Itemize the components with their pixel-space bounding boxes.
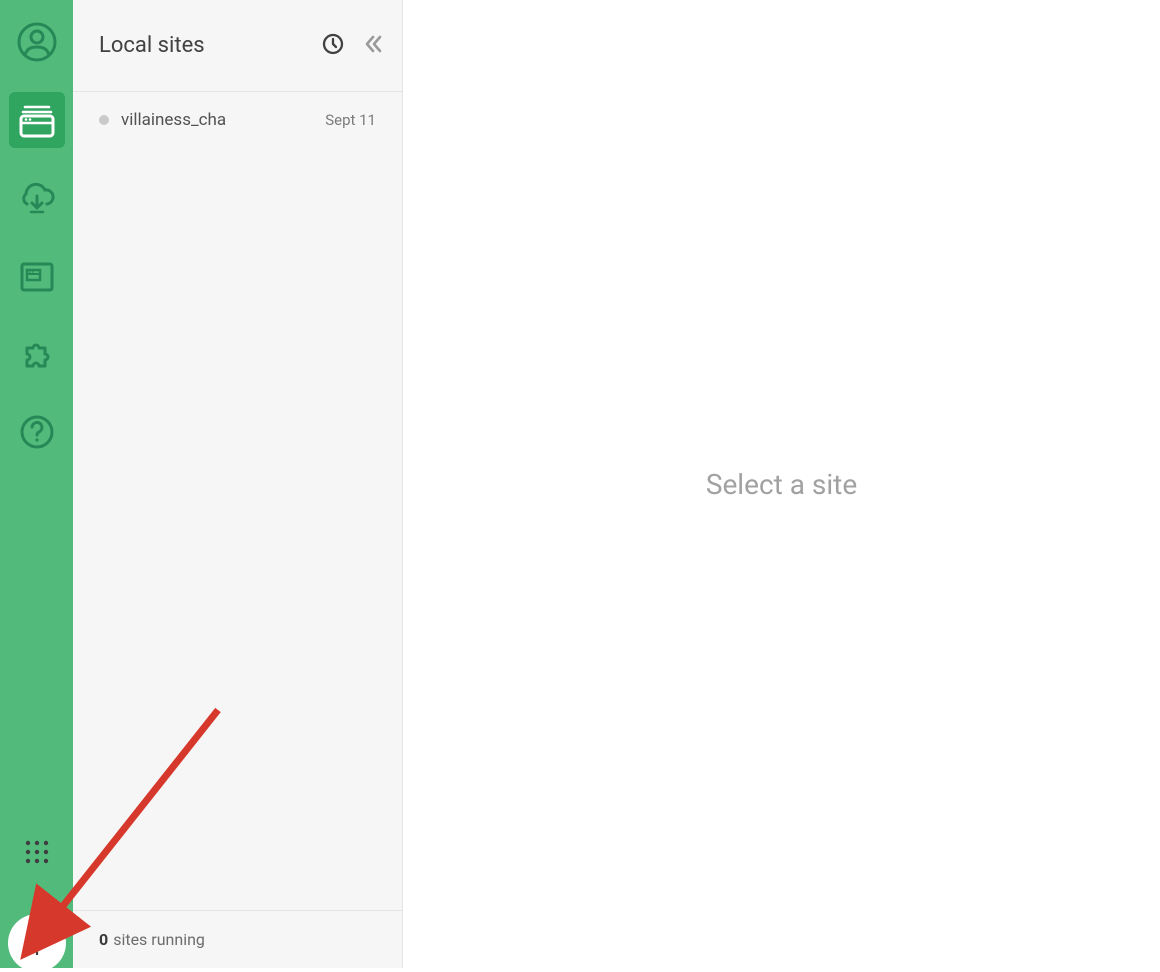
add-site-button[interactable] [8, 914, 66, 972]
clock-icon [322, 33, 344, 59]
main-area: Select a site [403, 0, 1160, 968]
nav-help[interactable] [9, 404, 65, 460]
plus-icon [20, 926, 54, 960]
site-name: villainess_cha [121, 110, 325, 130]
status-dot-icon [99, 115, 109, 125]
site-row[interactable]: villainess_cha Sept 11 [73, 92, 402, 148]
nav-cloud[interactable] [9, 170, 65, 226]
help-icon [19, 414, 55, 450]
nav-profile[interactable] [9, 14, 65, 70]
running-count: 0 [99, 930, 108, 949]
panel-header: Local sites [73, 0, 402, 92]
nav-sites[interactable] [9, 92, 65, 148]
nav-menu-grid[interactable] [9, 826, 65, 882]
panel-footer: 0 sites running [73, 910, 402, 968]
nav-rail [0, 0, 73, 968]
site-list: villainess_cha Sept 11 [73, 92, 402, 910]
site-list-panel: Local sites [73, 0, 403, 968]
running-label: sites running [113, 930, 205, 949]
site-date: Sept 11 [325, 111, 376, 129]
nav-blueprints[interactable] [9, 248, 65, 304]
nav-addons[interactable] [9, 326, 65, 382]
grid-icon [23, 838, 51, 870]
panel-title: Local sites [99, 33, 322, 58]
empty-state-text: Select a site [706, 468, 857, 501]
recent-sites-button[interactable] [322, 33, 344, 59]
chevron-left-double-icon [362, 33, 384, 59]
puzzle-icon [17, 334, 57, 374]
blueprint-icon [17, 256, 57, 296]
collapse-panel-button[interactable] [362, 33, 384, 59]
browser-icon [17, 100, 57, 140]
cloud-download-icon [17, 178, 57, 218]
profile-icon [17, 22, 57, 62]
